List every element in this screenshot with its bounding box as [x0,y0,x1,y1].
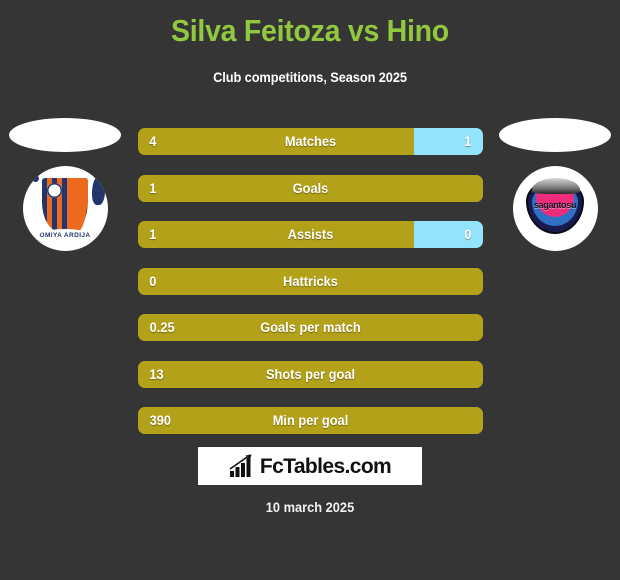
squirrel-icon [91,175,105,205]
stat-label: Matches [284,134,337,149]
fctables-brand-badge[interactable]: FcTables.com [198,447,422,485]
away-club-name: sagantosu [533,200,577,210]
stat-row: 0.25 Goals per match [138,314,483,341]
home-club-column: OMIYA ARDIJA [0,118,130,251]
home-club-name: OMIYA ARDIJA [39,229,91,242]
home-club-flag [9,118,121,152]
stats-comparison-list: 4 Matches 1 1 Goals 1 Assists 0 0 Hattri… [138,128,483,454]
stat-row: 4 Matches 1 [138,128,483,155]
stat-label: Goals [292,180,329,196]
stat-row: 1 Goals [138,174,483,202]
brand-name: FcTables.com [259,454,392,478]
away-club-badge: sagantosu [512,166,598,251]
omiya-ardija-crest-icon [41,177,89,233]
page-subtitle: Club competitions, Season 2025 [213,70,407,85]
page-title: Silva Feitoza vs Hino [171,13,449,48]
home-club-badge: OMIYA ARDIJA [22,166,108,251]
soccer-ball-icon [31,175,39,182]
away-club-column: sagantosu [490,118,620,251]
stat-label: Shots per goal [265,366,356,382]
bar-chart-growth-icon [229,454,252,477]
stat-label: Hattricks [283,273,338,289]
wing-icon [532,178,580,194]
stat-label: Min per goal [272,413,349,428]
away-stat-value: 0 [464,227,472,242]
footer-date: 10 march 2025 [265,500,355,515]
player-comparison-infographic: { "header": { "title": "Silva Feitoza vs… [0,0,620,580]
stat-row: 0 Hattricks [138,267,483,295]
stat-row: 390 Min per goal [138,407,483,434]
stat-row: 13 Shots per goal [138,360,483,388]
away-stat-value: 1 [464,134,472,149]
sagan-tosu-crest-icon: sagantosu [524,178,586,238]
stat-label: Assists [287,227,334,242]
stat-row: 1 Assists 0 [138,221,483,248]
stat-label: Goals per match [260,320,361,335]
away-club-flag [499,118,611,152]
